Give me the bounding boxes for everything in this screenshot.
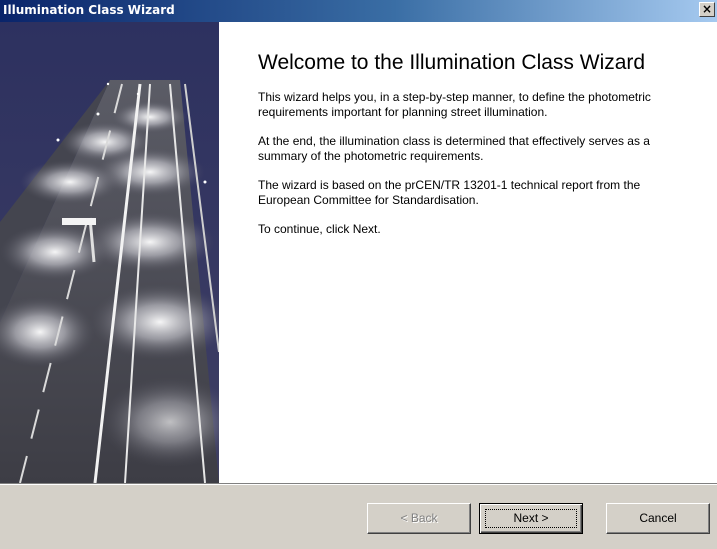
- close-icon: ×: [701, 2, 713, 16]
- next-button[interactable]: Next >: [479, 503, 583, 534]
- street-lighting-illustration: [0, 22, 219, 483]
- intro-paragraph: This wizard helps you, in a step-by-step…: [258, 90, 651, 119]
- summary-paragraph: At the end, the illumination class is de…: [258, 134, 650, 163]
- close-button[interactable]: ×: [699, 2, 715, 17]
- cancel-button[interactable]: Cancel: [606, 503, 710, 534]
- page-title: Welcome to the Illumination Class Wizard: [258, 51, 646, 74]
- title-bar[interactable]: Illumination Class Wizard ×: [0, 0, 717, 22]
- street-lighting-image: [0, 22, 219, 483]
- window-title: Illumination Class Wizard: [3, 3, 175, 17]
- back-button[interactable]: < Back: [367, 503, 471, 534]
- back-button-label: < Back: [400, 511, 438, 525]
- standard-paragraph: The wizard is based on the prCEN/TR 1320…: [258, 178, 641, 207]
- footer-divider: [0, 483, 717, 485]
- cancel-button-label: Cancel: [639, 511, 677, 525]
- welcome-text-area: Welcome to the Illumination Class Wizard…: [258, 50, 698, 251]
- next-button-label: Next >: [513, 511, 549, 525]
- wizard-content: Welcome to the Illumination Class Wizard…: [0, 22, 717, 483]
- wizard-window: Illumination Class Wizard × Welcome to t…: [0, 0, 717, 549]
- continue-instruction: To continue, click Next.: [258, 222, 381, 236]
